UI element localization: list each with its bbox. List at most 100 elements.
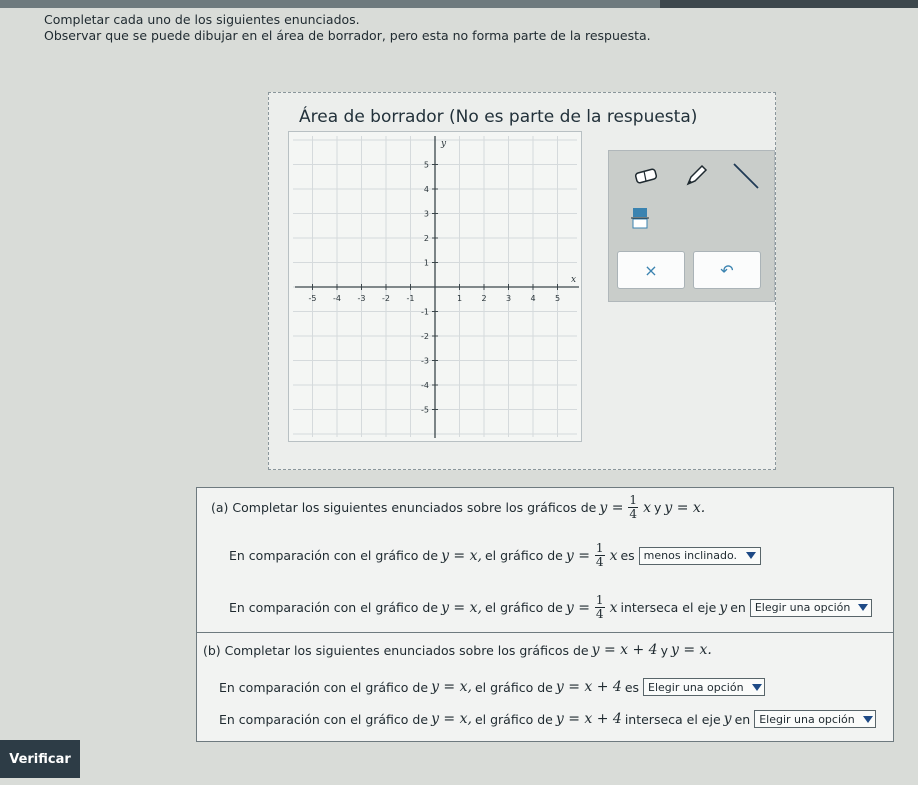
statement-text: En comparación con el gráfico de — [219, 711, 429, 727]
instructions-line-2: Observar que se puede dibujar en el área… — [44, 28, 651, 43]
statement-fraction: 14 — [594, 541, 605, 569]
x-tick-label: -1 — [407, 294, 415, 303]
x-tick-label: 4 — [530, 294, 535, 303]
part-b-prompt: (b) Completar los siguientes enunciados … — [203, 642, 715, 658]
statement-text: en — [730, 600, 746, 615]
dropdown-value: menos inclinado. — [643, 549, 737, 562]
y-tick-label: -5 — [421, 406, 429, 415]
fraction-numerator: 1 — [594, 593, 605, 608]
drawing-toolbar: × ↶ — [608, 150, 775, 302]
y-tick-label: -2 — [421, 332, 429, 341]
part-b-statement-2: En comparación con el gráfico de y = x, … — [219, 710, 877, 728]
x-tick-label: -2 — [382, 294, 390, 303]
x-tick-label: 3 — [506, 294, 511, 303]
x-tick-label: -3 — [358, 294, 366, 303]
fraction-numerator: 1 — [628, 493, 639, 508]
chevron-down-icon — [858, 604, 869, 611]
scratch-area-title: Área de borrador (No es parte de la resp… — [299, 107, 698, 127]
statement-math: y — [723, 711, 732, 727]
part-b-statement-1: En comparación con el gráfico de y = x, … — [219, 678, 766, 696]
part-a-and: y — [653, 500, 662, 515]
part-a-prompt-text: (a) Completar los siguientes enunciados … — [211, 500, 597, 515]
dropdown-value: Elegir una opción — [754, 601, 851, 614]
part-a-x: x — [643, 499, 651, 516]
statement-math: x — [609, 599, 618, 616]
y-tick-label: -1 — [421, 308, 429, 317]
fraction-icon — [631, 208, 649, 229]
part-b-intercept-dropdown[interactable]: Elegir una opción — [754, 710, 877, 728]
part-a-steepness-dropdown[interactable]: menos inclinado. — [638, 546, 761, 565]
statement-math: y = x, — [441, 547, 482, 564]
statement-math: y = x + 4 — [555, 711, 622, 727]
fraction-denominator: 4 — [595, 555, 604, 569]
part-a-y-eq-x: y = x. — [664, 499, 706, 516]
top-bar-tab — [660, 0, 918, 8]
y-axis-label: y — [440, 139, 447, 149]
x-tick-label: -4 — [333, 294, 341, 303]
part-b-eq2: y = x. — [671, 642, 712, 658]
chevron-down-icon — [751, 683, 762, 691]
part-a-statement-1: En comparación con el gráfico de y = x, … — [229, 542, 761, 569]
statement-text: En comparación con el gráfico de — [229, 548, 439, 563]
grid-canvas[interactable]: -5 -4 -3 -2 -1 1 2 3 4 5 5 4 3 2 1 -1 -2 -3 -4 -5 x y — [289, 132, 581, 441]
part-a-y-eq: y = — [599, 499, 624, 516]
dropdown-value: Elegir una opción — [759, 712, 855, 726]
y-tick-label: -3 — [421, 357, 429, 366]
coordinate-grid[interactable]: -5 -4 -3 -2 -1 1 2 3 4 5 5 4 3 2 1 -1 -2 -3 -4 -5 x y — [288, 131, 582, 442]
part-a-intercept-dropdown[interactable]: Elegir una opción — [749, 598, 872, 617]
statement-text: es — [624, 679, 640, 695]
x-tick-label: 1 — [457, 294, 462, 303]
questions-panel: (a) Completar los siguientes enunciados … — [196, 487, 894, 742]
line-tool[interactable] — [731, 161, 761, 191]
statement-text: el gráfico de — [474, 711, 553, 727]
part-a-prompt: (a) Completar los siguientes enunciados … — [211, 494, 708, 521]
eraser-tool[interactable] — [631, 161, 661, 191]
x-tick-label: -5 — [309, 294, 317, 303]
line-tool-icon — [733, 163, 759, 189]
statement-text: interseca el eje — [620, 600, 717, 615]
instructions-line-1: Completar cada uno de los siguientes enu… — [44, 12, 360, 27]
statement-math: y — [719, 599, 728, 616]
part-b-and: y — [660, 642, 668, 658]
y-tick-label: -4 — [421, 381, 429, 390]
y-tick-label: 3 — [424, 210, 429, 219]
statement-math: y = — [565, 547, 590, 564]
statement-math: y = x, — [431, 711, 472, 727]
x-tick-label: 2 — [481, 294, 486, 303]
statement-math: y = x + 4 — [555, 679, 622, 695]
statement-text: es — [620, 548, 635, 563]
statement-text: interseca el eje — [624, 711, 721, 727]
fraction-denominator: 4 — [629, 507, 638, 521]
statement-fraction: 14 — [594, 593, 605, 621]
fraction-numerator: 1 — [594, 541, 605, 556]
statement-text: el gráfico de — [484, 548, 563, 563]
part-b-prompt-text: (b) Completar los siguientes enunciados … — [203, 642, 589, 658]
statement-text: el gráfico de — [484, 600, 563, 615]
chevron-down-icon — [862, 715, 873, 723]
chevron-down-icon — [745, 552, 756, 559]
top-bar — [0, 0, 918, 8]
dropdown-value: Elegir una opción — [648, 680, 744, 694]
pencil-icon — [686, 164, 708, 186]
part-a-fraction: 14 — [628, 493, 639, 521]
part-b-steepness-dropdown[interactable]: Elegir una opción — [643, 678, 766, 696]
verify-button[interactable]: Verificar — [0, 740, 80, 778]
statement-math: y = — [565, 599, 590, 616]
statement-text: En comparación con el gráfico de — [219, 679, 429, 695]
part-b-eq1: y = x + 4 — [591, 642, 658, 658]
fraction-tool[interactable] — [625, 203, 655, 233]
undo-button[interactable]: ↶ — [693, 251, 761, 289]
x-tick-label: 5 — [555, 294, 560, 303]
y-tick-label: 2 — [424, 234, 429, 243]
x-axis-label: x — [571, 275, 576, 285]
part-a-statement-2: En comparación con el gráfico de y = x, … — [229, 594, 872, 621]
statement-text: en — [734, 711, 751, 727]
statement-math: y = x, — [431, 679, 472, 695]
y-tick-label: 1 — [424, 259, 429, 268]
statement-math: y = x, — [441, 599, 482, 616]
clear-button[interactable]: × — [617, 251, 685, 289]
fraction-denominator: 4 — [595, 607, 604, 621]
pencil-tool[interactable] — [681, 161, 711, 191]
eraser-icon — [634, 168, 658, 184]
y-tick-label: 4 — [424, 185, 429, 194]
